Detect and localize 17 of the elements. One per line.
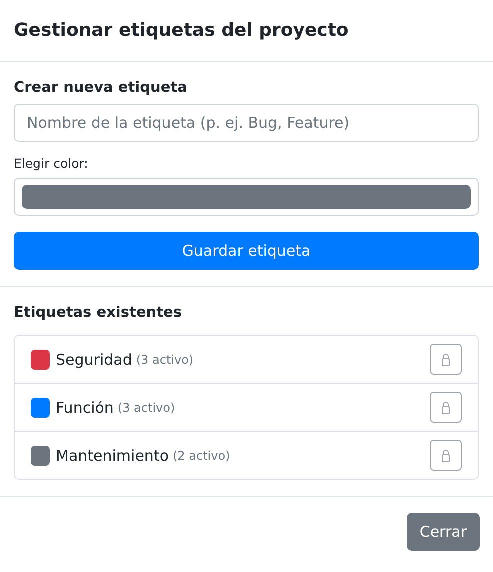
modal-title: Gestionar etiquetas del proyecto [14, 20, 349, 41]
color-label: Elegir color: [14, 156, 90, 171]
tag-name: Mantenimiento [56, 446, 169, 464]
section-heading: Crear nueva etiqueta [14, 80, 188, 96]
tag-name: Seguridad [56, 350, 132, 368]
lock-icon [441, 400, 451, 414]
close-button[interactable]: Cerrar [406, 513, 480, 551]
section-heading: Etiquetas existentes [14, 305, 184, 321]
tag-count: (2 activo) [173, 448, 230, 462]
color-picker-field[interactable] [14, 178, 479, 216]
lock-icon [441, 352, 451, 366]
lock-icon [441, 448, 451, 462]
tag-count: (3 activo) [136, 352, 194, 366]
save-tag-button[interactable]: Guardar etiqueta [14, 232, 479, 270]
tag-name-field[interactable]: Nombre de la etiqueta (p. ej. Bug, Feature) [14, 104, 479, 142]
tag-name: Función [56, 398, 114, 416]
tag-count: (3 activo) [118, 400, 176, 414]
